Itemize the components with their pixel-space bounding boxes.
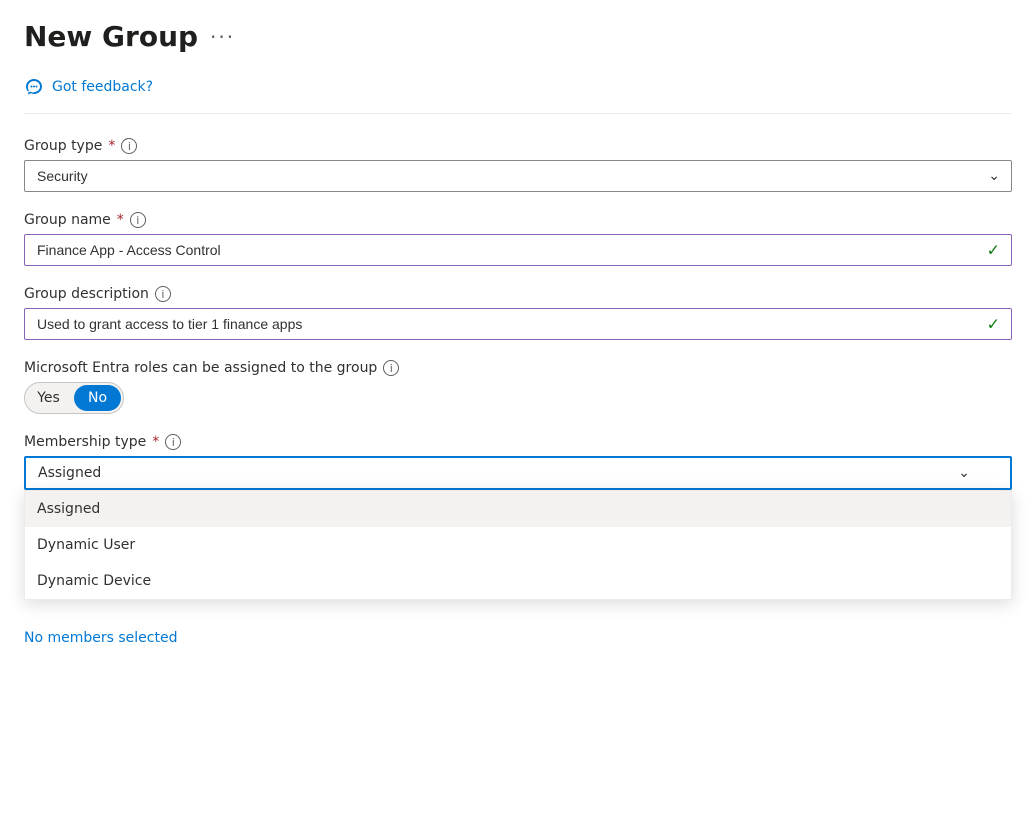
no-members-link[interactable]: No members selected xyxy=(24,630,1012,646)
group-name-info-icon[interactable]: i xyxy=(130,212,146,228)
membership-type-label: Membership type * i xyxy=(24,434,1012,450)
membership-type-value: Assigned xyxy=(38,465,101,481)
dropdown-item-assigned[interactable]: Assigned xyxy=(25,491,1011,527)
feedback-bar: Got feedback? xyxy=(24,77,1012,114)
dropdown-item-dynamic-user[interactable]: Dynamic User xyxy=(25,527,1011,563)
group-type-select-wrapper: Security Microsoft 365 ⌄ xyxy=(24,160,1012,192)
entra-roles-section: Microsoft Entra roles can be assigned to… xyxy=(24,360,1012,414)
membership-type-info-icon[interactable]: i xyxy=(165,434,181,450)
group-type-info-icon[interactable]: i xyxy=(121,138,137,154)
ellipsis-menu-button[interactable]: ··· xyxy=(210,25,235,49)
feedback-icon xyxy=(24,77,44,97)
group-description-input[interactable] xyxy=(24,308,1012,340)
feedback-link[interactable]: Got feedback? xyxy=(52,79,153,95)
membership-type-required-star: * xyxy=(152,434,159,450)
title-row: New Group ··· xyxy=(24,20,1012,53)
dropdown-item-dynamic-device[interactable]: Dynamic Device xyxy=(25,563,1011,599)
group-name-required-star: * xyxy=(117,212,124,228)
entra-roles-toggle-row: Yes No xyxy=(24,382,1012,414)
toggle-yes-option[interactable]: Yes xyxy=(25,383,72,413)
page-title: New Group xyxy=(24,20,198,53)
membership-type-select-box[interactable]: Assigned ⌄ xyxy=(24,456,1012,490)
group-name-label: Group name * i xyxy=(24,212,1012,228)
new-group-page: New Group ··· Got feedback? Group type *… xyxy=(0,0,1036,832)
group-description-check-icon: ✓ xyxy=(987,315,1000,334)
group-type-label: Group type * i xyxy=(24,138,1012,154)
group-type-required-star: * xyxy=(108,138,115,154)
group-type-select[interactable]: Security Microsoft 365 xyxy=(24,160,1012,192)
entra-roles-label: Microsoft Entra roles can be assigned to… xyxy=(24,360,1012,376)
group-type-section: Group type * i Security Microsoft 365 ⌄ xyxy=(24,138,1012,192)
toggle-no-option[interactable]: No xyxy=(74,385,121,411)
group-name-section: Group name * i ✓ xyxy=(24,212,1012,266)
group-name-input-wrapper: ✓ xyxy=(24,234,1012,266)
entra-roles-info-icon[interactable]: i xyxy=(383,360,399,376)
group-description-input-wrapper: ✓ xyxy=(24,308,1012,340)
membership-type-chevron-icon: ⌄ xyxy=(958,465,970,481)
group-description-info-icon[interactable]: i xyxy=(155,286,171,302)
entra-roles-toggle[interactable]: Yes No xyxy=(24,382,124,414)
group-description-section: Group description i ✓ xyxy=(24,286,1012,340)
membership-type-section: Membership type * i Assigned ⌄ Assigned … xyxy=(24,434,1012,490)
group-description-label: Group description i xyxy=(24,286,1012,302)
membership-type-dropdown-wrapper: Assigned ⌄ Assigned Dynamic User Dynamic… xyxy=(24,456,1012,490)
group-name-input[interactable] xyxy=(24,234,1012,266)
group-name-check-icon: ✓ xyxy=(987,241,1000,260)
membership-type-dropdown-menu: Assigned Dynamic User Dynamic Device xyxy=(24,490,1012,600)
